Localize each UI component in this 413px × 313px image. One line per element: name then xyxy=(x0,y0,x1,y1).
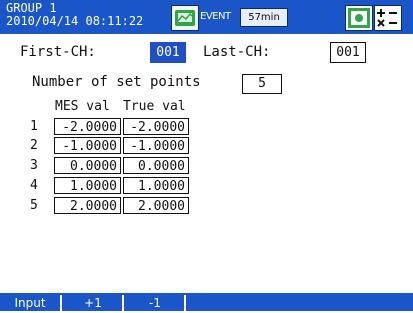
calc-icon xyxy=(374,5,402,31)
minus-one-softkey[interactable]: -1 xyxy=(126,293,184,311)
row-number: 1 xyxy=(30,119,38,134)
row-number: 3 xyxy=(30,158,38,173)
mes-val-cell[interactable]: 0.0000 xyxy=(54,157,121,174)
true-val-cell[interactable]: 1.0000 xyxy=(123,177,189,194)
row-number: 2 xyxy=(30,138,38,153)
row-number: 4 xyxy=(30,178,38,193)
true-val-cell[interactable]: 0.0000 xyxy=(123,157,189,174)
plus-one-softkey[interactable]: +1 xyxy=(64,293,122,311)
memory-icon xyxy=(171,5,199,31)
true-val-header: True val xyxy=(123,99,186,114)
setpoints-label: Number of set points xyxy=(32,74,201,90)
true-val-cell[interactable]: -1.0000 xyxy=(123,137,189,154)
mes-val-header: MES val xyxy=(55,99,110,114)
first-ch-label: First-CH: xyxy=(20,44,96,60)
setpoints-field[interactable]: 5 xyxy=(242,74,282,94)
true-val-cell[interactable]: 2.0000 xyxy=(123,197,189,214)
mes-val-cell[interactable]: -2.0000 xyxy=(54,118,121,135)
first-ch-field[interactable]: 001 xyxy=(150,42,186,63)
row-number: 5 xyxy=(30,198,38,213)
event-status: EVENT 57min xyxy=(200,7,290,27)
event-timer: 57min xyxy=(240,8,288,27)
event-label: EVENT xyxy=(200,11,231,22)
display-mode-icon xyxy=(345,5,373,31)
softkey-divider xyxy=(122,295,124,311)
softkey-divider xyxy=(60,295,62,311)
mes-val-cell[interactable]: -1.0000 xyxy=(54,137,121,154)
date-time: 2010/04/14 08:11:22 xyxy=(6,14,144,28)
softkey-divider xyxy=(184,295,186,311)
last-ch-label: Last-CH: xyxy=(203,44,271,60)
input-softkey[interactable]: Input xyxy=(0,293,60,311)
mes-val-cell[interactable]: 1.0000 xyxy=(54,177,121,194)
true-val-cell[interactable]: -2.0000 xyxy=(123,118,189,135)
softkey-bar: Input +1 -1 xyxy=(0,293,413,311)
status-bar: GROUP 1 2010/04/14 08:11:22 EVENT 57min xyxy=(0,0,413,34)
last-ch-field[interactable]: 001 xyxy=(330,42,366,63)
mes-val-cell[interactable]: 2.0000 xyxy=(54,197,121,214)
